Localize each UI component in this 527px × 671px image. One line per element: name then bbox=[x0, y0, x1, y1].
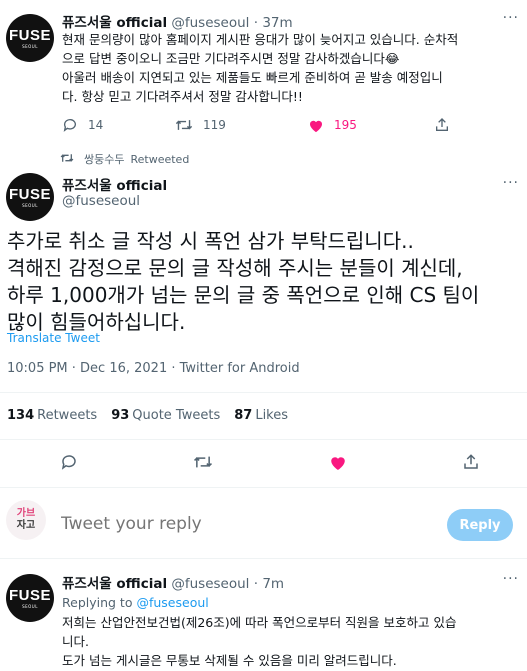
reply-icon[interactable] bbox=[60, 453, 78, 471]
tweet-stats: 134 Retweets 93 Quote Tweets 87 Likes bbox=[7, 408, 288, 423]
tweet-text: 현재 문의량이 많아 홈페이지 게시판 응대가 많이 늦어지고 있습니다. 순차… bbox=[62, 30, 517, 106]
divider bbox=[0, 392, 527, 393]
retweet-icon[interactable] bbox=[175, 117, 193, 133]
share-icon[interactable] bbox=[434, 117, 450, 133]
quote-tweets-stat[interactable]: 93 Quote Tweets bbox=[111, 408, 220, 423]
tweet-actions: 14 119 195 bbox=[62, 117, 517, 133]
more-icon[interactable]: ··· bbox=[503, 175, 519, 191]
share-action[interactable] bbox=[434, 117, 450, 133]
tweet-line: 아울러 배송이 지연되고 있는 제품들도 빠르게 준비하여 곧 발송 예정입니 bbox=[62, 70, 443, 85]
user-handle[interactable]: @fuseseoul bbox=[171, 15, 249, 31]
like-icon[interactable] bbox=[329, 454, 347, 471]
tweet-line: 니다. bbox=[62, 634, 89, 649]
avatar[interactable]: FUSE SEOUL bbox=[6, 173, 54, 221]
retweeted-by[interactable]: 쌍둥수두 Retweeted bbox=[60, 151, 190, 167]
reply-count: 14 bbox=[88, 118, 104, 132]
avatar[interactable]: FUSE SEOUL bbox=[6, 574, 54, 622]
reply-action[interactable]: 14 bbox=[62, 117, 175, 133]
retweet-icon bbox=[60, 152, 74, 167]
quote-tweets-stat-count: 93 bbox=[111, 408, 130, 423]
avatar-logo-subtext: SEOUL bbox=[22, 603, 38, 609]
avatar-text: 자고 bbox=[16, 520, 36, 531]
avatar-logo-subtext: SEOUL bbox=[22, 43, 38, 49]
display-name-text: 퓨즈서울 official bbox=[62, 178, 168, 194]
retweet-count: 119 bbox=[203, 118, 226, 132]
tweet-actions bbox=[60, 453, 480, 471]
replying-to-mention[interactable]: @fuseseoul bbox=[136, 595, 208, 610]
tweet-line: 저희는 산업안전보건법(제26조)에 따라 폭언으로부터 직원을 보호하고 있습 bbox=[62, 615, 457, 630]
reply-button[interactable]: Reply bbox=[447, 509, 513, 541]
avatar[interactable]: FUSE SEOUL bbox=[6, 14, 54, 62]
user-handle[interactable]: @fuseseoul bbox=[62, 193, 140, 209]
retweet-action[interactable]: 119 bbox=[175, 117, 308, 133]
tweet-header: 퓨즈서울 official @fuseseoul · 37m bbox=[62, 11, 293, 31]
display-name[interactable]: 퓨즈서울 official bbox=[62, 15, 167, 31]
replying-to-label: Replying to bbox=[62, 595, 133, 610]
reply-input[interactable] bbox=[61, 514, 421, 534]
like-icon[interactable] bbox=[308, 118, 324, 133]
avatar-text: 가브 bbox=[16, 508, 36, 519]
like-count: 195 bbox=[334, 118, 357, 132]
more-icon[interactable]: ··· bbox=[503, 571, 519, 587]
avatar-logo-text: FUSE bbox=[8, 586, 51, 604]
like-action[interactable]: 195 bbox=[308, 118, 434, 133]
tweet-line: 도가 넘는 게시글은 무통보 삭제될 수 있음을 미리 알려드립니다. bbox=[62, 653, 397, 668]
tweet-line: 으로 답변 중이오니 조금만 기다려주시면 정말 감사하겠습니다😂 bbox=[62, 51, 400, 66]
quote-tweets-stat-label: Quote Tweets bbox=[132, 408, 221, 423]
more-icon[interactable]: ··· bbox=[503, 10, 519, 26]
retweeted-text: Retweeted bbox=[130, 152, 190, 166]
retweets-stat[interactable]: 134 Retweets bbox=[7, 408, 97, 423]
avatar-logo-subtext: SEOUL bbox=[22, 202, 38, 208]
likes-stat[interactable]: 87 Likes bbox=[234, 408, 288, 423]
share-icon[interactable] bbox=[462, 453, 480, 471]
tweet-line: 하루 1,000개가 넘는 문의 글 중 폭언으로 인해 CS 팀이 bbox=[7, 283, 480, 307]
display-name[interactable]: 퓨즈서울 official bbox=[62, 576, 167, 592]
retweets-stat-count: 134 bbox=[7, 408, 35, 423]
display-name[interactable]: 퓨즈서울 official bbox=[62, 174, 167, 194]
tweet-text: 추가로 취소 글 작성 시 폭언 삼가 부탁드립니다.. 격해진 감정으로 문의… bbox=[7, 228, 522, 336]
tweet-header: 퓨즈서울 official @fuseseoul · 7m bbox=[62, 572, 284, 592]
current-user-avatar[interactable]: 가브 자고 bbox=[6, 500, 46, 540]
tweet-time[interactable]: · 7m bbox=[254, 576, 284, 592]
likes-stat-count: 87 bbox=[234, 408, 253, 423]
divider bbox=[0, 439, 527, 440]
reply-icon[interactable] bbox=[62, 117, 78, 133]
tweet-line: 격해진 감정으로 문의 글 작성해 주시는 분들이 계신데, bbox=[7, 256, 463, 280]
divider bbox=[0, 487, 527, 488]
tweet-1[interactable]: FUSE SEOUL 퓨즈서울 official @fuseseoul · 37… bbox=[0, 0, 527, 150]
avatar-logo-text: FUSE bbox=[8, 185, 51, 203]
retweeter-name[interactable]: 쌍둥수두 bbox=[84, 151, 124, 167]
retweet-icon[interactable] bbox=[193, 453, 213, 471]
likes-stat-label: Likes bbox=[255, 408, 289, 423]
tweet-line: 현재 문의량이 많아 홈페이지 게시판 응대가 많이 늦어지고 있습니다. 순차… bbox=[62, 32, 459, 47]
replying-to: Replying to @fuseseoul bbox=[62, 595, 209, 610]
tweet-timestamp[interactable]: 10:05 PM · Dec 16, 2021 · Twitter for An… bbox=[7, 361, 300, 376]
retweets-stat-label: Retweets bbox=[37, 408, 98, 423]
avatar-logo-text: FUSE bbox=[8, 26, 51, 44]
tweet-text: 저희는 산업안전보건법(제26조)에 따라 폭언으로부터 직원을 보호하고 있습… bbox=[62, 613, 517, 670]
divider bbox=[0, 558, 527, 559]
user-handle[interactable]: @fuseseoul bbox=[171, 576, 249, 592]
tweet-line: 추가로 취소 글 작성 시 폭언 삼가 부탁드립니다.. bbox=[7, 229, 414, 253]
tweet-line: 다. 항상 믿고 기다려주셔서 정말 감사합니다!! bbox=[62, 89, 303, 104]
translate-tweet-link[interactable]: Translate Tweet bbox=[7, 331, 100, 345]
tweet-time[interactable]: · 37m bbox=[254, 15, 293, 31]
